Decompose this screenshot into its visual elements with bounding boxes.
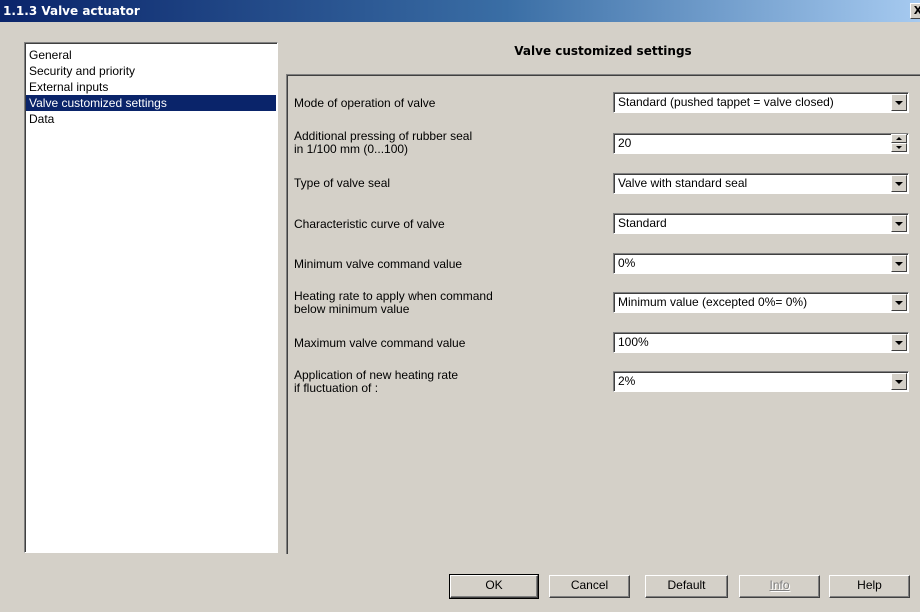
help-button[interactable]: Help bbox=[829, 575, 910, 598]
chevron-down-icon[interactable] bbox=[891, 373, 907, 390]
close-button[interactable]: X bbox=[910, 3, 920, 19]
minimum-command-select[interactable]: 0% bbox=[613, 253, 909, 274]
select-value: Standard bbox=[618, 216, 667, 230]
new-heating-rate-fluctuation-select[interactable]: 2% bbox=[613, 371, 909, 392]
label-type-of-valve-seal: Type of valve seal bbox=[294, 176, 391, 190]
select-value: Standard (pushed tappet = valve closed) bbox=[618, 95, 834, 109]
select-value: 2% bbox=[618, 374, 636, 388]
label-minimum-command: Minimum valve command value bbox=[294, 257, 463, 271]
label-additional-pressing: Additional pressing of rubber seal in 1/… bbox=[294, 129, 473, 156]
spin-down-icon[interactable] bbox=[891, 143, 907, 152]
nav-item-valve-customized-settings[interactable]: Valve customized settings bbox=[26, 95, 276, 111]
chevron-down-icon[interactable] bbox=[891, 255, 907, 272]
select-value: Minimum value (excepted 0%= 0%) bbox=[618, 295, 808, 309]
close-icon: X bbox=[913, 4, 920, 17]
label-maximum-command: Maximum valve command value bbox=[294, 336, 466, 350]
type-of-valve-seal-select[interactable]: Valve with standard seal bbox=[613, 173, 909, 194]
chevron-down-icon[interactable] bbox=[891, 175, 907, 192]
info-button: Info bbox=[739, 575, 820, 598]
cancel-button[interactable]: Cancel bbox=[549, 575, 630, 598]
spinner-value: 20 bbox=[618, 136, 632, 150]
heating-rate-below-minimum-select[interactable]: Minimum value (excepted 0%= 0%) bbox=[613, 292, 909, 313]
parameter-page-list[interactable]: General Security and priority External i… bbox=[24, 42, 278, 553]
info-button-label: Info bbox=[769, 578, 790, 592]
select-value: 0% bbox=[618, 256, 636, 270]
additional-pressing-spinner[interactable]: 20 bbox=[613, 133, 909, 154]
panel-title: Valve customized settings bbox=[514, 44, 692, 58]
nav-item-external-inputs[interactable]: External inputs bbox=[26, 79, 276, 95]
title-bar: 1.1.3 Valve actuator X bbox=[0, 0, 920, 22]
window-title: 1.1.3 Valve actuator bbox=[3, 4, 140, 18]
nav-item-general[interactable]: General bbox=[26, 47, 276, 63]
chevron-down-icon[interactable] bbox=[891, 294, 907, 311]
chevron-down-icon[interactable] bbox=[891, 215, 907, 232]
select-value: 100% bbox=[618, 335, 649, 349]
chevron-down-icon[interactable] bbox=[891, 334, 907, 351]
ok-button[interactable]: OK bbox=[449, 574, 539, 599]
default-button[interactable]: Default bbox=[645, 575, 728, 598]
mode-of-operation-select[interactable]: Standard (pushed tappet = valve closed) bbox=[613, 92, 909, 113]
select-value: Valve with standard seal bbox=[618, 176, 748, 190]
maximum-command-select[interactable]: 100% bbox=[613, 332, 909, 353]
nav-item-security-and-priority[interactable]: Security and priority bbox=[26, 63, 276, 79]
label-mode-of-operation: Mode of operation of valve bbox=[294, 96, 436, 110]
spin-up-icon[interactable] bbox=[891, 134, 907, 143]
nav-item-data[interactable]: Data bbox=[26, 111, 276, 127]
chevron-down-icon[interactable] bbox=[891, 94, 907, 111]
characteristic-curve-select[interactable]: Standard bbox=[613, 213, 909, 234]
label-new-heating-rate-fluctuation: Application of new heating rate if fluct… bbox=[294, 368, 459, 395]
label-characteristic-curve: Characteristic curve of valve bbox=[294, 217, 445, 231]
label-heating-rate-below-minimum: Heating rate to apply when command below… bbox=[294, 289, 493, 316]
